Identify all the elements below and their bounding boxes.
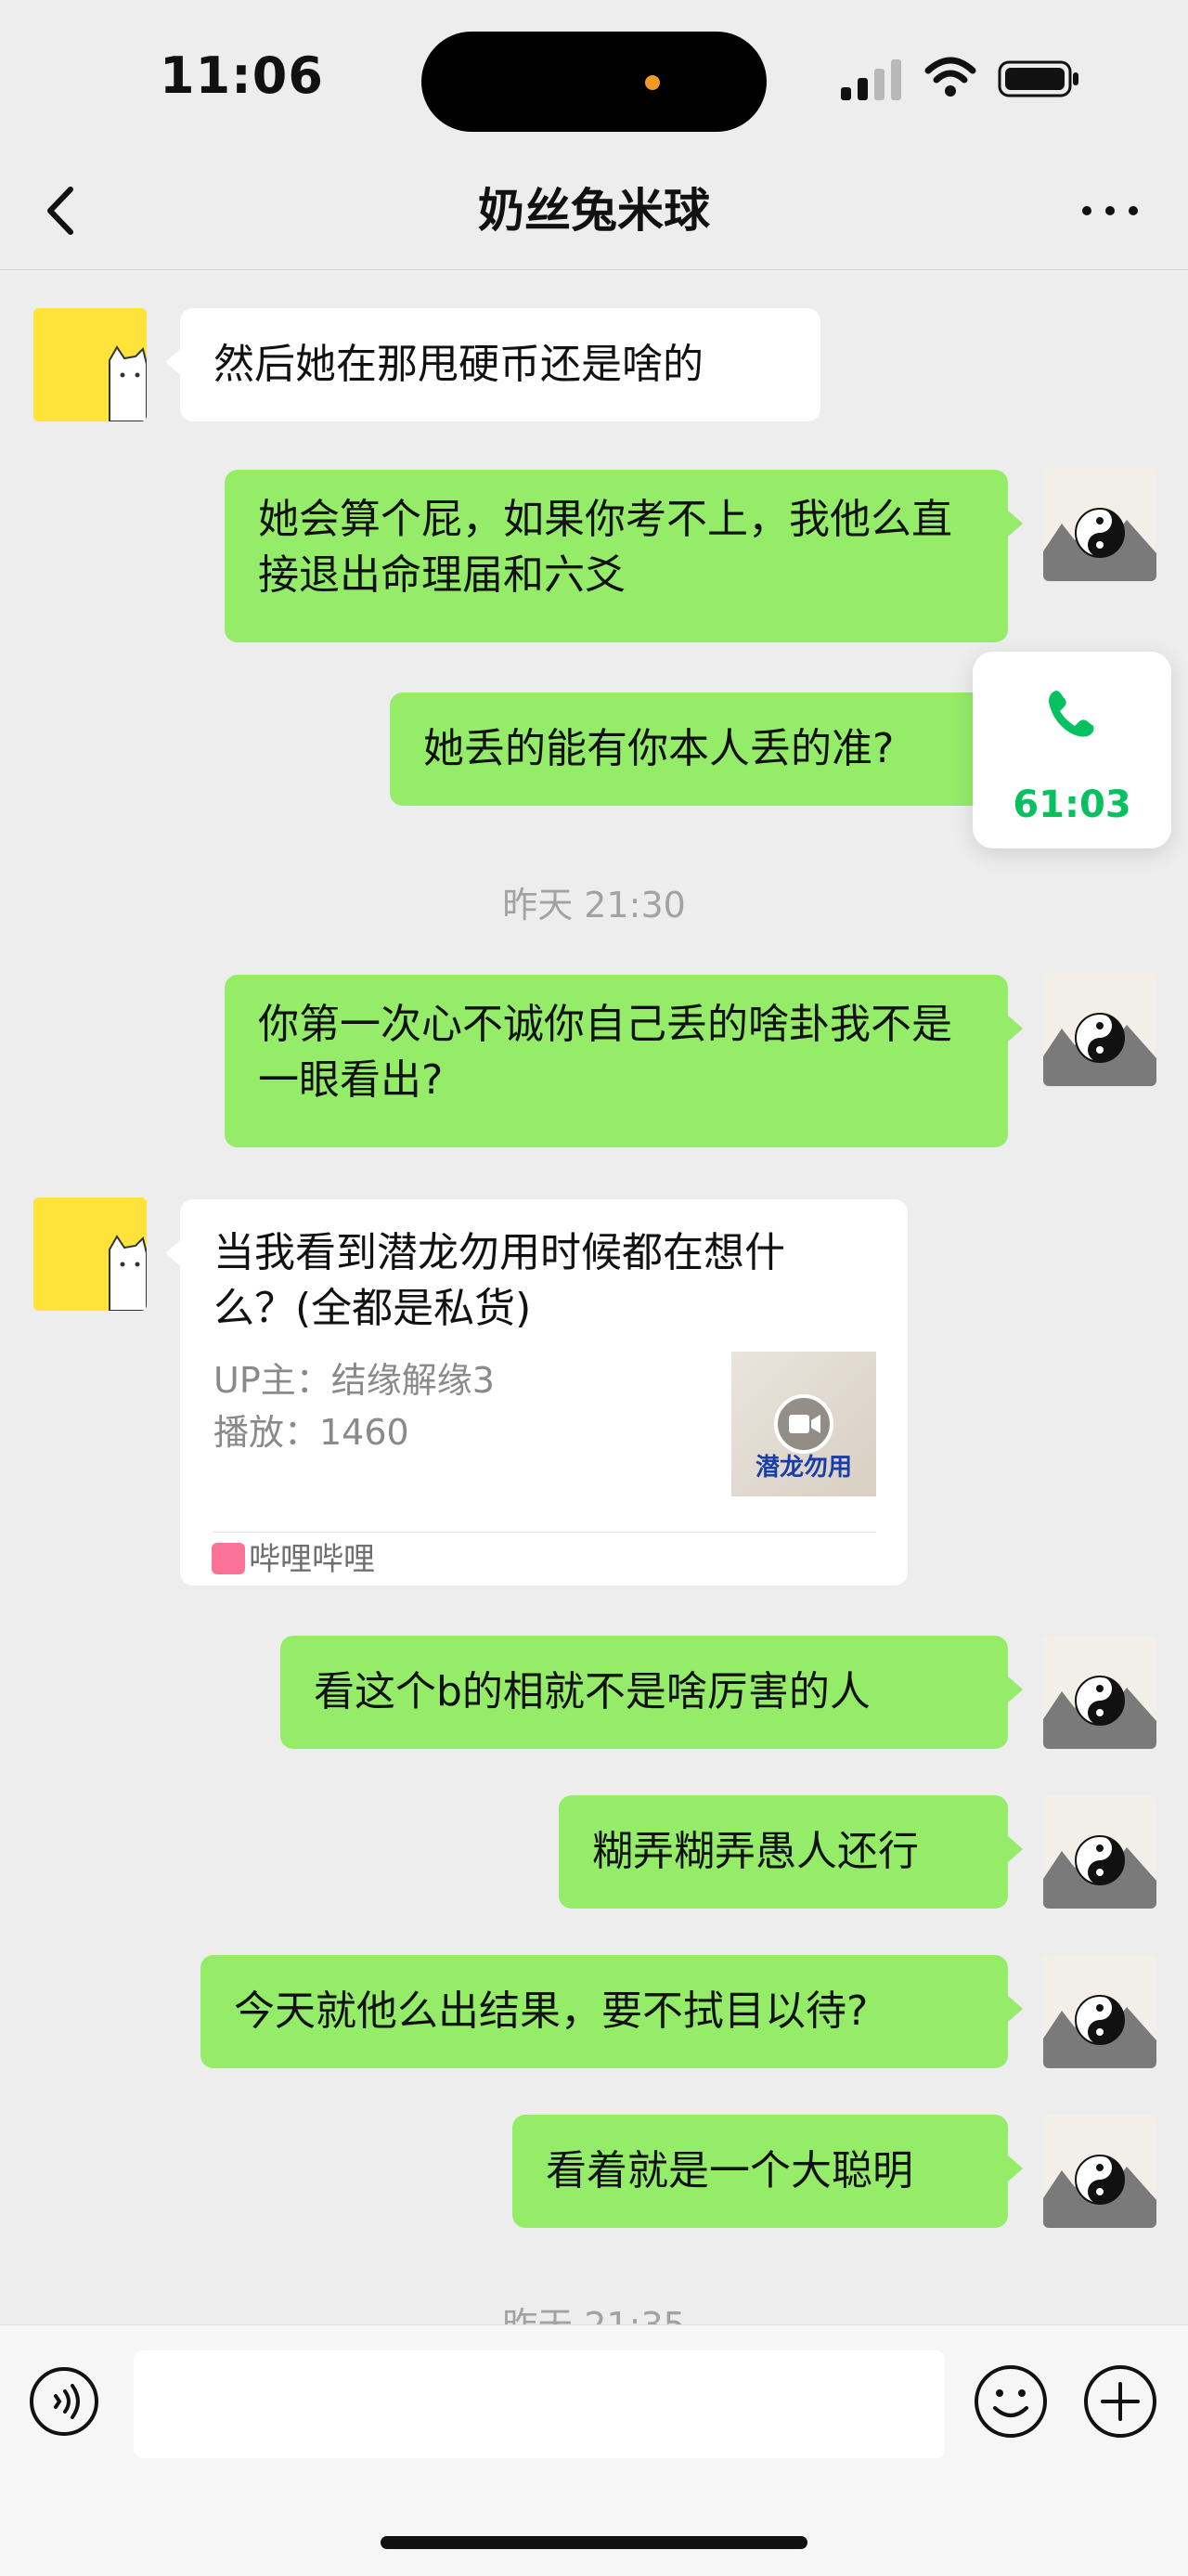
my-avatar[interactable] (1043, 1955, 1156, 2068)
outgoing-message[interactable]: 糊弄糊弄愚人还行 (559, 1795, 1008, 1909)
message-text: 她丢的能有你本人丢的准? (423, 725, 895, 772)
outgoing-message[interactable]: 你第一次心不诚你自己丢的啥卦我不是一眼看出? (225, 975, 1008, 1147)
battery-icon (998, 60, 1078, 97)
video-link-card[interactable]: 当我看到潜龙勿用时候都在想什么？(全都是私货) UP主：结缘解缘3 播放：146… (180, 1199, 908, 1586)
chat-timestamp: 昨天 21:30 (502, 885, 686, 926)
my-avatar[interactable] (1043, 1636, 1156, 1749)
outgoing-message[interactable]: 看这个b的相就不是啥厉害的人 (280, 1636, 1008, 1749)
outgoing-message[interactable]: 今天就他么出结果，要不拭目以待? (200, 1955, 1008, 2068)
bilibili-icon (212, 1543, 245, 1574)
video-thumbnail: 潜龙勿用 (731, 1352, 876, 1496)
video-play-icon (774, 1394, 833, 1454)
contact-avatar[interactable] (33, 308, 147, 421)
dynamic-island (421, 32, 767, 132)
indicator-dot (645, 75, 660, 90)
card-play-count: 播放：1460 (213, 1412, 409, 1453)
status-bar: 11:06 (0, 0, 1188, 158)
card-divider (213, 1532, 876, 1533)
my-avatar[interactable] (1043, 2115, 1156, 2228)
message-text: 看这个b的相就不是啥厉害的人 (314, 1668, 871, 1715)
my-avatar[interactable] (1043, 973, 1156, 1086)
voice-input-icon[interactable] (28, 2365, 100, 2438)
phone-icon (1049, 691, 1094, 737)
outgoing-message[interactable]: 她丢的能有你本人丢的准? (390, 693, 1008, 806)
message-input[interactable] (134, 2350, 945, 2458)
yin-yang-avatar-icon (1043, 2115, 1156, 2228)
chat-title: 奶丝兔米球 (478, 184, 710, 238)
yin-yang-avatar-icon (1043, 1955, 1156, 2068)
outgoing-message[interactable]: 看着就是一个大聪明 (512, 2115, 1008, 2228)
wifi-icon (924, 57, 976, 97)
call-duration-card[interactable]: 61:03 (973, 652, 1171, 848)
my-avatar[interactable] (1043, 468, 1156, 581)
yin-yang-avatar-icon (1043, 468, 1156, 581)
call-duration: 61:03 (1013, 783, 1131, 826)
yin-yang-avatar-icon (1043, 973, 1156, 1086)
message-text: 你第一次心不诚你自己丢的啥卦我不是一眼看出? (258, 1001, 952, 1104)
cat-icon (109, 345, 147, 421)
incoming-message[interactable]: 然后她在那甩硬币还是啥的 (180, 308, 820, 421)
yin-yang-avatar-icon (1043, 1795, 1156, 1909)
contact-avatar[interactable] (33, 1197, 147, 1311)
card-uploader: UP主：结缘解缘3 (213, 1360, 495, 1401)
message-text: 然后她在那甩硬币还是啥的 (213, 341, 704, 388)
yin-yang-avatar-icon (1043, 1636, 1156, 1749)
message-text: 糊弄糊弄愚人还行 (592, 1828, 919, 1875)
cat-icon (109, 1235, 147, 1311)
more-options-icon[interactable] (1077, 186, 1143, 232)
my-avatar[interactable] (1043, 1795, 1156, 1909)
home-indicator (381, 2536, 807, 2549)
card-source: 哔哩哔哩 (249, 1541, 375, 1578)
plus-icon[interactable] (1082, 2363, 1158, 2440)
message-text: 今天就他么出结果，要不拭目以待? (234, 1987, 869, 2035)
message-text: 看着就是一个大聪明 (546, 2147, 913, 2194)
status-time: 11:06 (160, 46, 324, 105)
card-title: 当我看到潜龙勿用时候都在想什么？(全都是私货) (213, 1229, 785, 1332)
emoji-icon[interactable] (973, 2363, 1049, 2440)
message-text: 她会算个屁，如果你考不上，我他么直接退出命理届和六爻 (258, 496, 952, 599)
cellular-signal-icon (841, 59, 906, 100)
outgoing-message[interactable]: 她会算个屁，如果你考不上，我他么直接退出命理届和六爻 (225, 470, 1008, 642)
